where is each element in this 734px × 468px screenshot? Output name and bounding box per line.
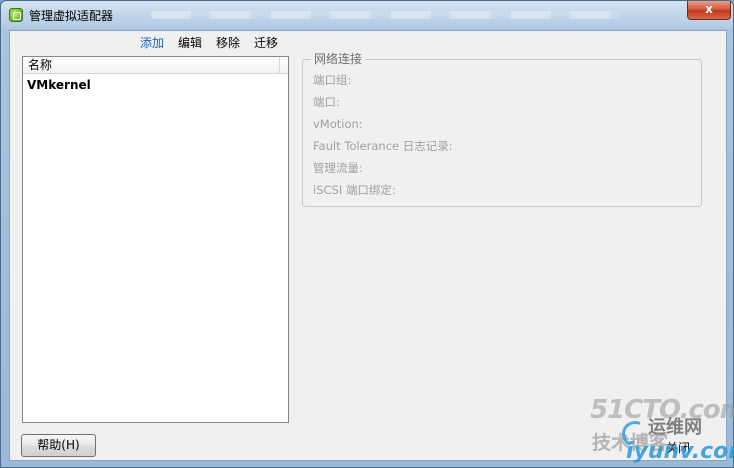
dialog-window: 管理虚拟适配器 x 添加 编辑 移除 迁移 名称 VMkernel 网络连接 端… (0, 0, 734, 468)
migrate-link[interactable]: 迁移 (254, 35, 278, 53)
edit-link[interactable]: 编辑 (178, 35, 202, 53)
group-legend: 网络连接 (311, 51, 366, 67)
close-button[interactable]: 关闭 (666, 439, 690, 456)
list-item[interactable]: VMkernel (27, 77, 91, 93)
management-traffic-label: 管理流量: (313, 161, 363, 175)
adapter-list[interactable]: 名称 VMkernel (22, 56, 289, 423)
port-label: 端口: (313, 95, 340, 109)
window-title: 管理虚拟适配器 (29, 9, 114, 23)
title-bar-background-blur (151, 11, 621, 19)
vmotion-label: vMotion: (313, 117, 363, 131)
network-connection-group: 网络连接 端口组: 端口: vMotion: Fault Tolerance 日… (302, 51, 702, 207)
iscsi-binding-label: iSCSI 端口绑定: (313, 183, 396, 197)
toolbar: 添加 编辑 移除 迁移 (140, 35, 278, 53)
column-header-name[interactable]: 名称 (23, 57, 280, 74)
port-group-label: 端口组: (313, 73, 352, 87)
title-bar[interactable]: 管理虚拟适配器 x (1, 1, 733, 29)
help-button[interactable]: 帮助(H) (21, 434, 96, 457)
fault-tolerance-label: Fault Tolerance 日志记录: (313, 139, 453, 153)
add-link[interactable]: 添加 (140, 35, 164, 53)
remove-link[interactable]: 移除 (216, 35, 240, 53)
column-header-filler (280, 57, 288, 74)
dialog-client-area: 添加 编辑 移除 迁移 名称 VMkernel 网络连接 端口组: 端口: vM… (9, 30, 727, 461)
app-icon (9, 8, 23, 22)
window-close-button[interactable]: x (687, 1, 731, 20)
